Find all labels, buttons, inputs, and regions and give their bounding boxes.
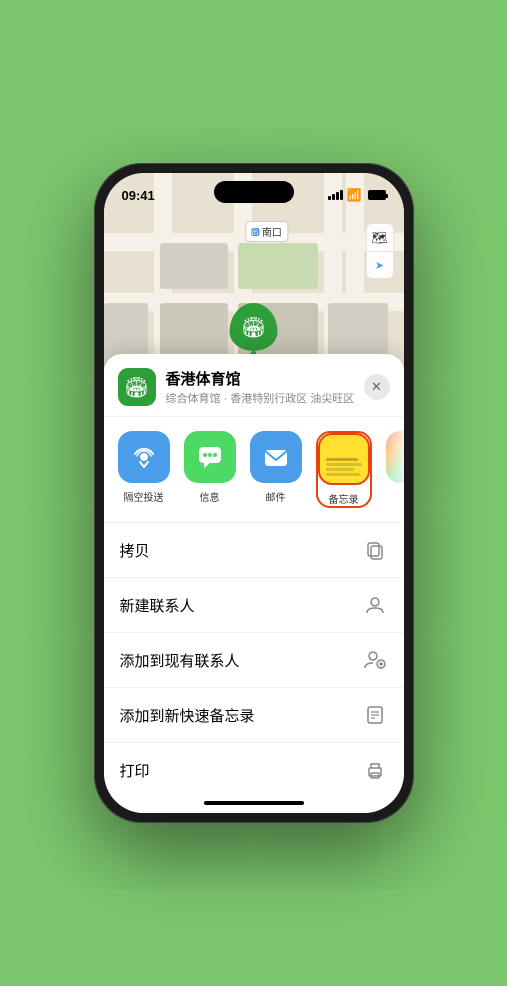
action-label-add-existing-contact: 添加到现有联系人	[120, 650, 240, 671]
home-indicator	[204, 801, 304, 805]
map-view-toggle-button[interactable]: 🗺	[366, 223, 394, 251]
mail-label: 邮件	[266, 489, 286, 504]
copy-icon	[362, 537, 388, 563]
venue-name: 香港体育馆	[166, 368, 364, 389]
share-item-messages[interactable]: 信息	[184, 431, 236, 508]
location-button[interactable]: ➤	[366, 251, 394, 279]
action-row-new-contact[interactable]: 新建联系人	[104, 578, 404, 633]
action-row-add-quick-note[interactable]: 添加到新快速备忘录	[104, 688, 404, 743]
person-icon	[362, 592, 388, 618]
share-row-container: 隔空投送 信息	[104, 417, 404, 522]
action-label-copy: 拷贝	[120, 540, 150, 561]
share-item-mail[interactable]: 邮件	[250, 431, 302, 508]
marker-pin: 🏟	[230, 303, 278, 351]
venue-icon-stadium: 🏟	[124, 375, 149, 400]
action-list: 拷贝 新建联系人	[104, 522, 404, 797]
airdrop-label: 隔空投送	[124, 489, 164, 504]
stadium-icon: 🏟	[241, 315, 266, 340]
share-item-airdrop[interactable]: 隔空投送	[118, 431, 170, 508]
share-row: 隔空投送 信息	[104, 417, 404, 522]
share-item-notes[interactable]: 备忘录	[316, 431, 372, 508]
close-button[interactable]: ✕	[364, 374, 390, 400]
airdrop-icon	[130, 443, 158, 471]
share-item-more[interactable]: 推	[386, 431, 404, 508]
notes-icon-wrap	[318, 433, 370, 485]
venue-icon: 🏟	[118, 368, 156, 406]
airdrop-icon-wrap	[118, 431, 170, 483]
map-label-text: 南口	[262, 224, 282, 239]
action-row-print[interactable]: 打印	[104, 743, 404, 797]
venue-info: 香港体育馆 综合体育馆 · 香港特别行政区 油尖旺区	[166, 368, 364, 406]
action-row-copy[interactable]: 拷贝	[104, 523, 404, 578]
action-row-add-existing-contact[interactable]: 添加到现有联系人	[104, 633, 404, 688]
map-entrance-label: 出 南口	[245, 221, 288, 242]
action-label-print: 打印	[120, 760, 150, 781]
mail-icon-wrap	[250, 431, 302, 483]
more-icon-wrap	[386, 431, 404, 483]
messages-icon	[196, 443, 224, 471]
notes-label: 备忘录	[329, 491, 359, 506]
messages-icon-wrap	[184, 431, 236, 483]
action-label-new-contact: 新建联系人	[120, 595, 195, 616]
messages-label: 信息	[200, 489, 220, 504]
map-controls: 🗺 ➤	[366, 223, 394, 279]
wifi-icon: 📶	[347, 188, 362, 202]
map-label-dot-icon: 出	[251, 228, 259, 236]
signal-icon	[328, 190, 343, 200]
status-icons: 📶	[328, 188, 386, 202]
battery-icon	[368, 190, 386, 200]
note-add-icon	[362, 702, 388, 728]
action-label-add-quick-note: 添加到新快速备忘录	[120, 705, 255, 726]
venue-subtitle: 综合体育馆 · 香港特别行政区 油尖旺区	[166, 390, 364, 406]
phone-frame: 09:41 📶	[94, 163, 414, 823]
status-time: 09:41	[122, 188, 155, 203]
mail-icon	[262, 443, 290, 471]
phone-screen: 09:41 📶	[104, 173, 404, 813]
bottom-sheet: 🏟 香港体育馆 综合体育馆 · 香港特别行政区 油尖旺区 ✕	[104, 354, 404, 813]
dynamic-island	[214, 181, 294, 203]
person-add-icon	[362, 647, 388, 673]
printer-icon	[362, 757, 388, 783]
venue-header: 🏟 香港体育馆 综合体育馆 · 香港特别行政区 油尖旺区 ✕	[104, 354, 404, 417]
